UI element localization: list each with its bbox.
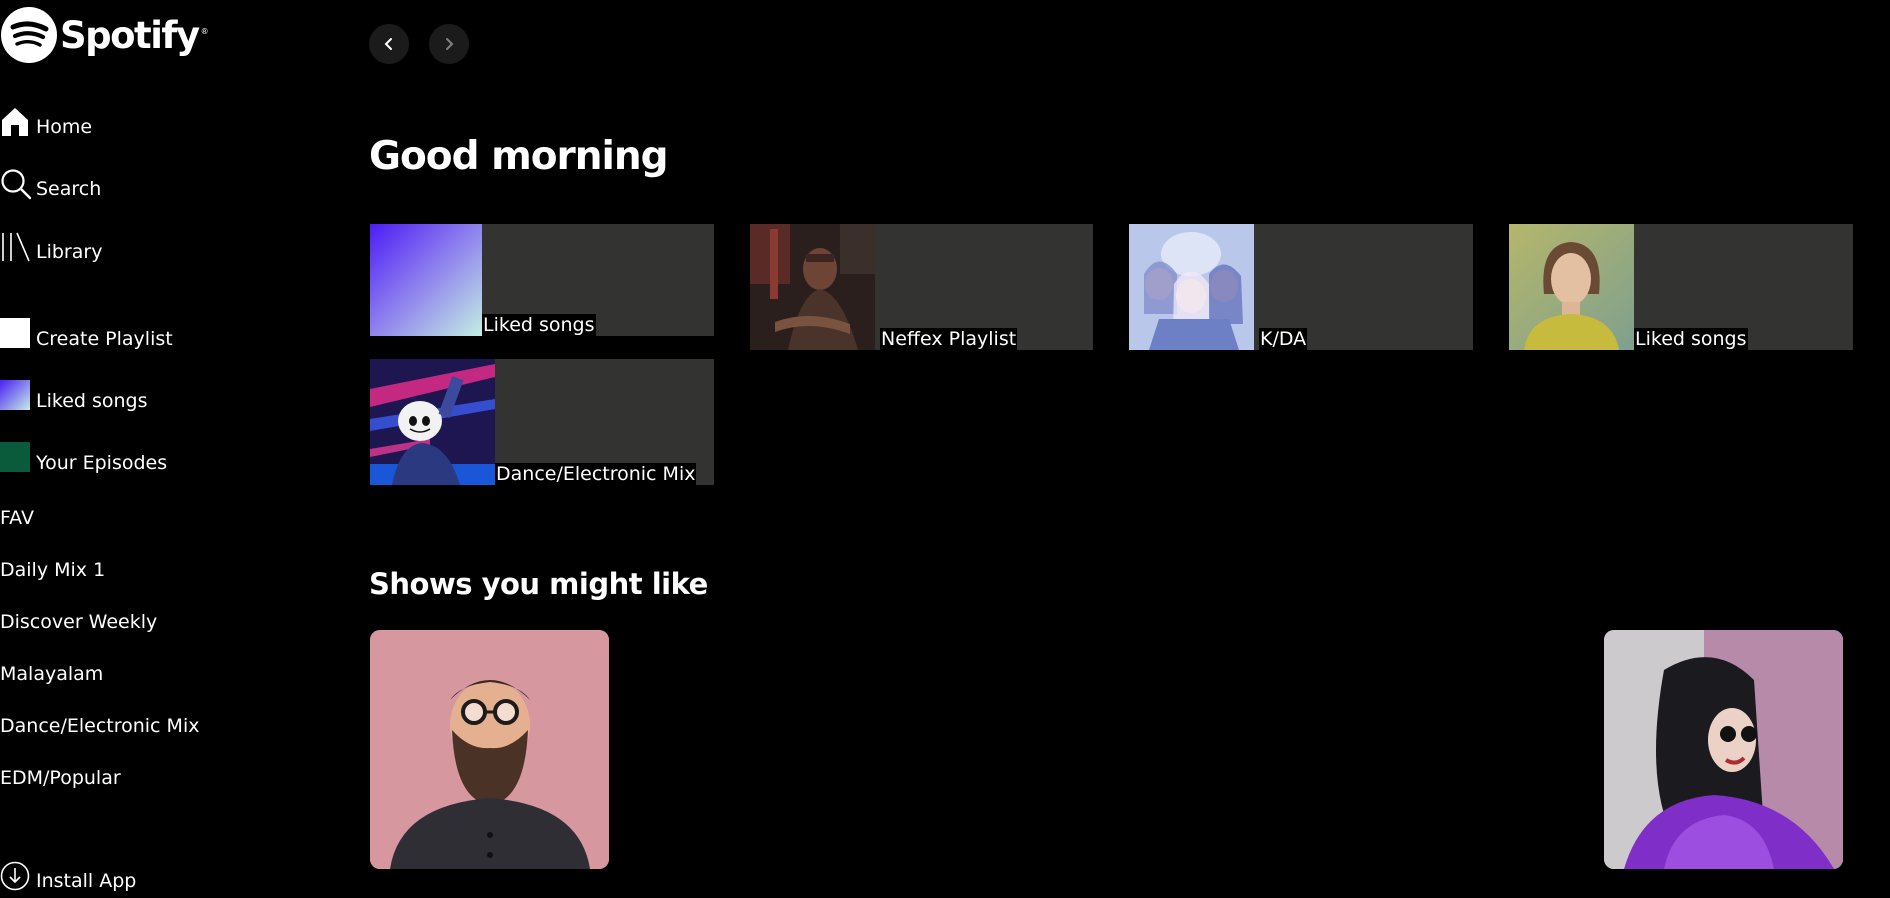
sidebar-item-label: Search bbox=[36, 178, 102, 200]
quick-pick-title: K/DA bbox=[1259, 328, 1308, 350]
back-button[interactable] bbox=[369, 24, 409, 64]
liked-songs-button[interactable]: Liked songs bbox=[0, 380, 148, 412]
sidebar-item-label: Home bbox=[36, 116, 93, 138]
registered-mark: ® bbox=[200, 26, 209, 36]
spotify-wordmark: Spotify bbox=[60, 13, 200, 57]
playlist-cover bbox=[1129, 224, 1254, 350]
download-circle-icon bbox=[0, 860, 36, 892]
create-playlist-button[interactable]: Create Playlist bbox=[0, 318, 173, 350]
quick-pick-card[interactable]: Liked songs bbox=[370, 224, 714, 336]
create-playlist-label: Create Playlist bbox=[36, 328, 173, 350]
quick-pick-card[interactable]: Dance/Electronic Mix bbox=[370, 359, 714, 485]
show-cover bbox=[370, 630, 609, 869]
home-icon bbox=[0, 106, 36, 138]
sidebar-item-home[interactable]: Home bbox=[0, 106, 92, 138]
your-episodes-label: Your Episodes bbox=[36, 452, 168, 474]
liked-songs-label: Liked songs bbox=[36, 390, 148, 412]
episodes-icon bbox=[0, 442, 36, 474]
sidebar-item-library[interactable]: Library bbox=[0, 231, 102, 263]
sidebar-playlist-item[interactable]: Daily Mix 1 bbox=[0, 559, 105, 581]
sidebar-playlist-item[interactable]: EDM/Popular bbox=[0, 767, 121, 789]
your-episodes-button[interactable]: Your Episodes bbox=[0, 442, 167, 474]
show-card[interactable] bbox=[1604, 630, 1843, 869]
playlist-cover bbox=[750, 224, 875, 350]
sidebar-playlist-item[interactable]: Discover Weekly bbox=[0, 611, 157, 633]
playlist-cover bbox=[370, 359, 495, 485]
show-card[interactable] bbox=[370, 630, 609, 869]
search-icon bbox=[0, 168, 36, 200]
install-app-label: Install App bbox=[36, 870, 137, 892]
quick-pick-title: Liked songs bbox=[1634, 328, 1748, 350]
quick-pick-title: Neffex Playlist bbox=[880, 328, 1018, 350]
shows-heading: Shows you might like bbox=[369, 567, 708, 601]
quick-pick-title: Dance/Electronic Mix bbox=[495, 463, 697, 485]
sidebar-playlist-item[interactable]: Malayalam bbox=[0, 663, 103, 685]
playlist-cover bbox=[1509, 224, 1634, 350]
spotify-logo-icon bbox=[1, 7, 57, 63]
create-playlist-icon bbox=[0, 318, 36, 350]
install-app-button[interactable]: Install App bbox=[0, 860, 136, 892]
quick-pick-card[interactable]: K/DA bbox=[1129, 224, 1473, 350]
quick-pick-title: Liked songs bbox=[482, 314, 596, 336]
spotify-logo[interactable]: Spotify ® bbox=[0, 6, 209, 64]
sidebar-item-search[interactable]: Search bbox=[0, 168, 101, 200]
sidebar: Spotify ® Home Search Library Create Pla… bbox=[0, 0, 340, 898]
show-cover bbox=[1604, 630, 1843, 869]
quick-pick-card[interactable]: Liked songs bbox=[1509, 224, 1853, 350]
liked-songs-cover bbox=[370, 224, 482, 336]
sidebar-item-label: Library bbox=[36, 241, 103, 263]
greeting-heading: Good morning bbox=[369, 134, 669, 179]
quick-pick-card[interactable]: Neffex Playlist bbox=[750, 224, 1093, 350]
chevron-left-icon bbox=[384, 38, 392, 50]
sidebar-playlist-item[interactable]: Dance/Electronic Mix bbox=[0, 715, 199, 737]
library-icon bbox=[0, 231, 36, 263]
chevron-right-icon bbox=[446, 38, 454, 50]
forward-button[interactable] bbox=[429, 24, 469, 64]
liked-songs-icon bbox=[0, 380, 36, 412]
sidebar-playlist-item[interactable]: FAV bbox=[0, 507, 34, 529]
